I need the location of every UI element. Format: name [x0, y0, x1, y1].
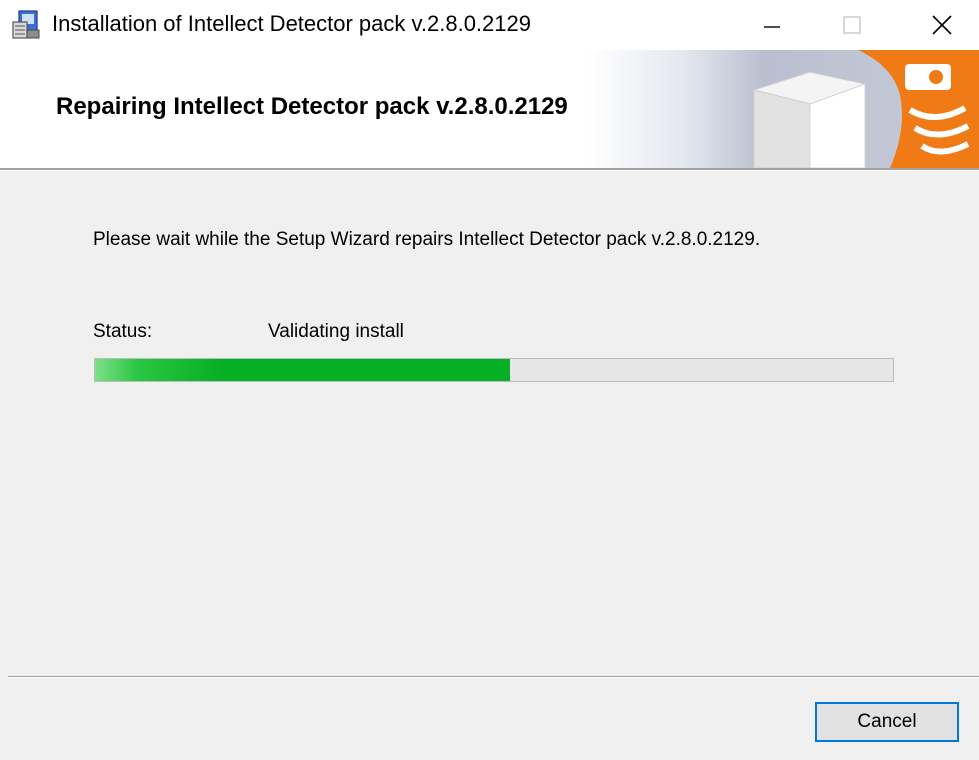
close-button[interactable]: [912, 0, 972, 50]
installer-icon: [12, 10, 40, 39]
header-banner: Repairing Intellect Detector pack v.2.8.…: [0, 50, 979, 168]
footer-divider: [8, 676, 979, 678]
banner-divider: [0, 168, 979, 171]
window-title: Installation of Intellect Detector pack …: [52, 11, 531, 36]
banner-title: Repairing Intellect Detector pack v.2.8.…: [56, 93, 568, 120]
wait-message: Please wait while the Setup Wizard repai…: [93, 229, 761, 250]
software-box-icon: [752, 50, 979, 168]
progress-bar-fill: [95, 359, 510, 381]
status-label: Status:: [93, 321, 153, 342]
progress-bar: [94, 358, 894, 382]
maximize-button[interactable]: [822, 0, 882, 50]
cancel-button-label: Cancel: [857, 711, 917, 732]
installer-window: Installation of Intellect Detector pack …: [0, 0, 979, 760]
cancel-button[interactable]: Cancel: [815, 702, 959, 742]
minimize-button[interactable]: [742, 0, 802, 50]
close-icon: [932, 15, 952, 35]
title-bar[interactable]: Installation of Intellect Detector pack …: [0, 0, 979, 50]
maximize-icon: [843, 16, 861, 34]
status-value: Validating install: [268, 321, 404, 342]
minimize-icon: [764, 26, 780, 28]
